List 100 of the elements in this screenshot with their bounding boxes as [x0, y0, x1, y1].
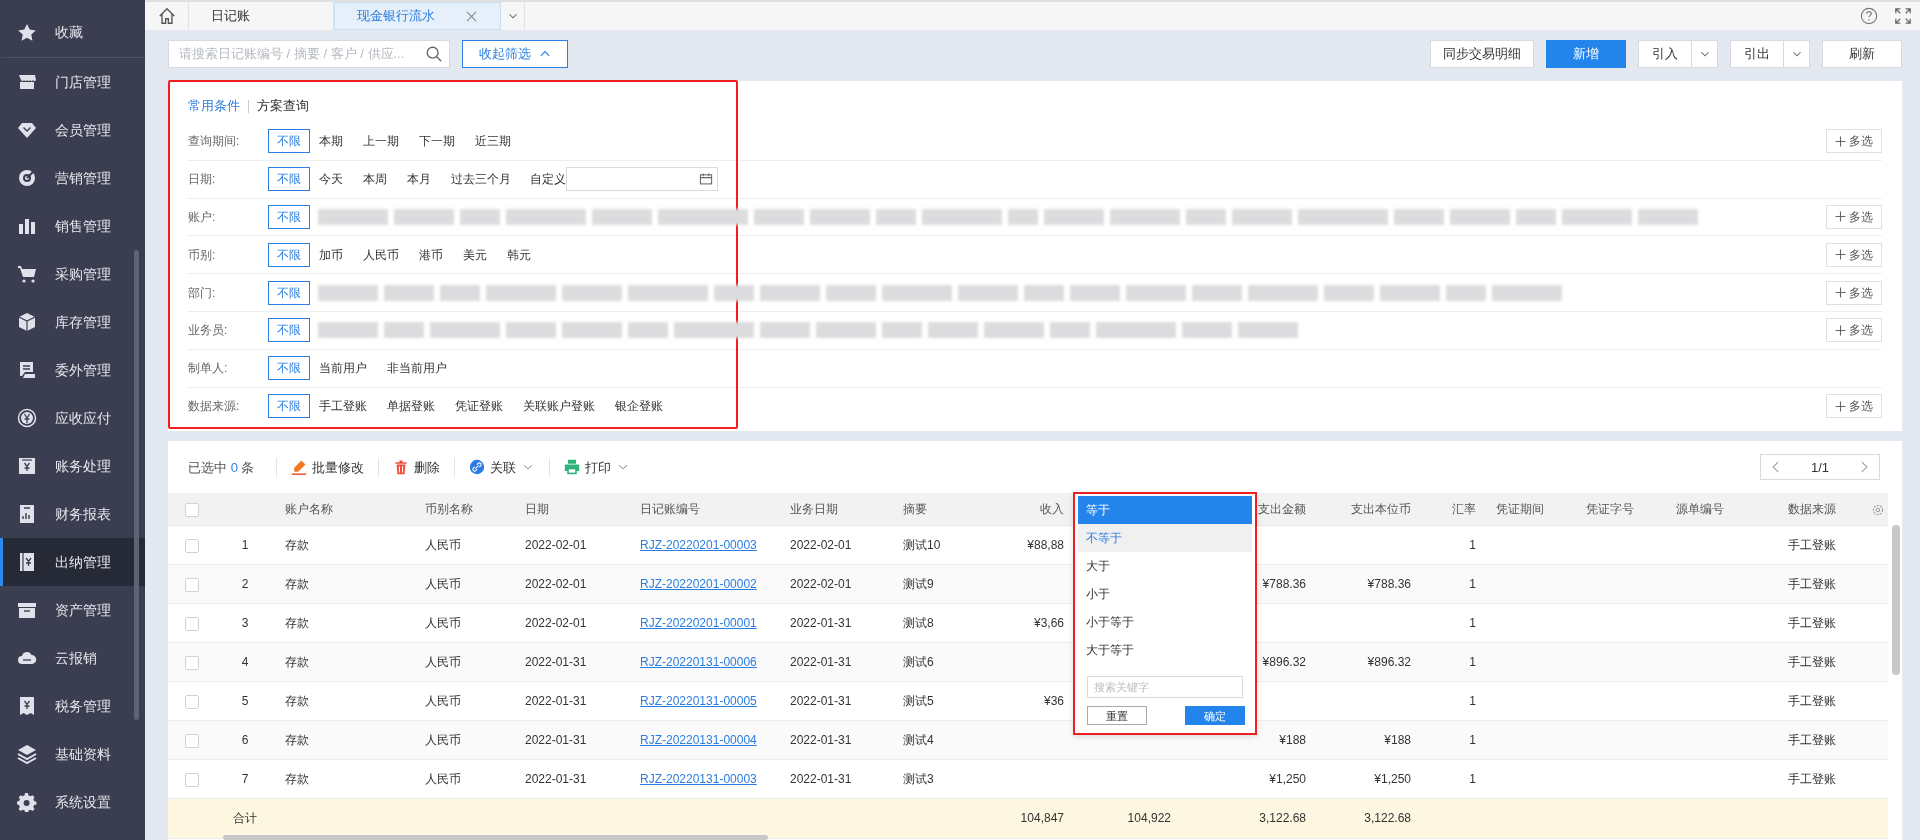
action-button[interactable]: 新增 [1546, 40, 1626, 68]
dropdown-button[interactable] [1784, 40, 1810, 68]
filter-option[interactable]: 单据登账 [386, 394, 436, 419]
sidebar-item[interactable]: 税务管理 [0, 682, 145, 730]
filter-option[interactable]: 港币 [418, 242, 444, 267]
search-field[interactable]: 搜索关键字 [1087, 676, 1243, 699]
filter-option[interactable]: 本周 [362, 167, 388, 192]
checkbox[interactable] [184, 538, 199, 553]
checkbox[interactable] [184, 733, 199, 748]
filter-option[interactable]: 关联账户登账 [522, 394, 596, 419]
sidebar-item[interactable]: 资产管理 [0, 586, 145, 634]
dropdown-option[interactable]: 小于 [1078, 580, 1252, 609]
home-icon [157, 7, 176, 25]
filter-option[interactable]: 过去三个月 [450, 167, 512, 192]
sidebar-item[interactable]: 门店管理 [0, 58, 145, 106]
sidebar-item[interactable]: 采购管理 [0, 250, 145, 298]
filter-option[interactable]: 不限 [268, 318, 310, 343]
dropdown-option[interactable]: 等于 [1078, 496, 1252, 525]
sidebar-item[interactable]: 系统设置 [0, 778, 145, 826]
search-field[interactable]: 请搜索日记账编号 / 摘要 / 客户 / 供应... [168, 40, 450, 68]
filter-option[interactable]: 韩元 [506, 242, 532, 267]
filter-option[interactable]: 今天 [318, 167, 344, 192]
sidebar-item[interactable]: 账务处理 [0, 442, 145, 490]
filter-mode-tab[interactable]: 常用条件 [188, 96, 240, 116]
filter-option[interactable]: 下一期 [418, 129, 456, 154]
scrollbar[interactable] [134, 250, 139, 720]
help-icon[interactable] [1860, 7, 1878, 25]
dropdown-button[interactable]: 确定 [1185, 706, 1245, 726]
toolbar-button[interactable]: 关联 [454, 457, 550, 478]
dropdown-option[interactable]: 小于等于 [1078, 608, 1252, 637]
filter-option[interactable]: 近三期 [474, 129, 512, 154]
fullscreen-icon[interactable] [1894, 7, 1912, 25]
filter-option[interactable]: 不限 [268, 167, 310, 192]
multi-select-button[interactable]: 多选 [1826, 318, 1882, 343]
filter-option[interactable]: 加币 [318, 242, 344, 267]
filter-option[interactable]: 不限 [268, 129, 310, 154]
filter-option[interactable]: 银企登账 [614, 394, 664, 419]
filter-option[interactable]: 凭证登账 [454, 394, 504, 419]
action-button[interactable]: 刷新 [1822, 40, 1902, 68]
settings-icon[interactable] [1871, 502, 1885, 517]
journal-link[interactable]: RJZ-20220131-00003 [640, 771, 757, 786]
filter-option[interactable]: 不限 [268, 394, 310, 419]
collapse-filter-button[interactable]: 收起筛选 [462, 40, 568, 68]
sidebar-item[interactable]: 基础资料 [0, 730, 145, 778]
filter-option[interactable]: 上一期 [362, 129, 400, 154]
checkbox[interactable] [184, 694, 199, 709]
filter-option[interactable]: 不限 [268, 280, 310, 305]
sidebar-item[interactable]: 出纳管理 [0, 538, 145, 586]
tab[interactable]: 现金银行流水 [334, 2, 501, 30]
sidebar-item[interactable]: 云报销 [0, 634, 145, 682]
sidebar-item[interactable]: 营销管理 [0, 154, 145, 202]
action-button[interactable]: 引出 [1730, 40, 1784, 68]
filter-label: 业务员: [188, 322, 229, 340]
filter-option[interactable]: 本期 [318, 129, 344, 154]
close-icon[interactable] [465, 9, 478, 23]
toolbar-button[interactable]: 批量修改 [276, 457, 379, 478]
checkbox[interactable] [184, 616, 199, 631]
sidebar-item[interactable]: 应收应付 [0, 394, 145, 442]
journal-link[interactable]: RJZ-20220201-00001 [640, 615, 757, 630]
filter-option[interactable]: 不限 [268, 242, 310, 267]
multi-select-button[interactable]: 多选 [1826, 129, 1882, 154]
filter-option[interactable]: 不限 [268, 205, 310, 229]
date-range-field[interactable] [566, 167, 718, 192]
sidebar-item[interactable]: 收藏 [0, 0, 145, 58]
multi-select-button[interactable]: 多选 [1826, 394, 1882, 419]
dropdown-button[interactable]: 重置 [1087, 706, 1147, 726]
sidebar-item[interactable]: 库存管理 [0, 298, 145, 346]
filter-option[interactable]: 非当前用户 [386, 356, 448, 381]
toolbar-button[interactable]: 打印 [549, 457, 645, 478]
multi-select-button[interactable]: 多选 [1826, 242, 1882, 267]
filter-option[interactable]: 本月 [406, 167, 432, 192]
filter-option[interactable]: 不限 [268, 356, 310, 381]
checkbox[interactable] [184, 772, 199, 787]
column-header: 支出本位币 [1351, 502, 1411, 517]
filter-option[interactable]: 美元 [462, 242, 488, 267]
toolbar-button[interactable]: 删除 [378, 457, 455, 478]
multi-select-button[interactable]: 多选 [1826, 280, 1882, 305]
dropdown-option[interactable]: 不等于 [1078, 524, 1252, 553]
filter-option[interactable]: 人民币 [362, 242, 400, 267]
scrollbar[interactable] [223, 835, 768, 840]
sidebar-item[interactable]: 会员管理 [0, 106, 145, 154]
filter-option[interactable]: 当前用户 [318, 356, 368, 381]
table-cell: 2022-01-31 [790, 771, 852, 786]
checkbox[interactable] [184, 655, 199, 670]
dropdown-button[interactable] [1692, 40, 1718, 68]
action-button[interactable]: 引入 [1638, 40, 1692, 68]
checkbox[interactable] [184, 577, 199, 592]
action-button[interactable]: 同步交易明细 [1430, 40, 1534, 68]
filter-option[interactable]: 手工登账 [318, 394, 368, 419]
sidebar-item[interactable]: 销售管理 [0, 202, 145, 250]
checkbox[interactable] [184, 502, 199, 517]
sidebar-item[interactable]: 财务报表 [0, 490, 145, 538]
dropdown-option[interactable]: 大于 [1078, 552, 1252, 581]
scrollbar[interactable] [1892, 525, 1900, 676]
filter-mode-tab[interactable]: 方案查询 [257, 96, 309, 116]
multi-select-button[interactable]: 多选 [1826, 205, 1882, 229]
journal-link[interactable]: RJZ-20220201-00003 [640, 537, 757, 552]
dropdown-option[interactable]: 大于等于 [1078, 636, 1252, 665]
journal-link[interactable]: RJZ-20220131-00005 [640, 693, 757, 708]
sidebar-item[interactable]: 委外管理 [0, 346, 145, 394]
